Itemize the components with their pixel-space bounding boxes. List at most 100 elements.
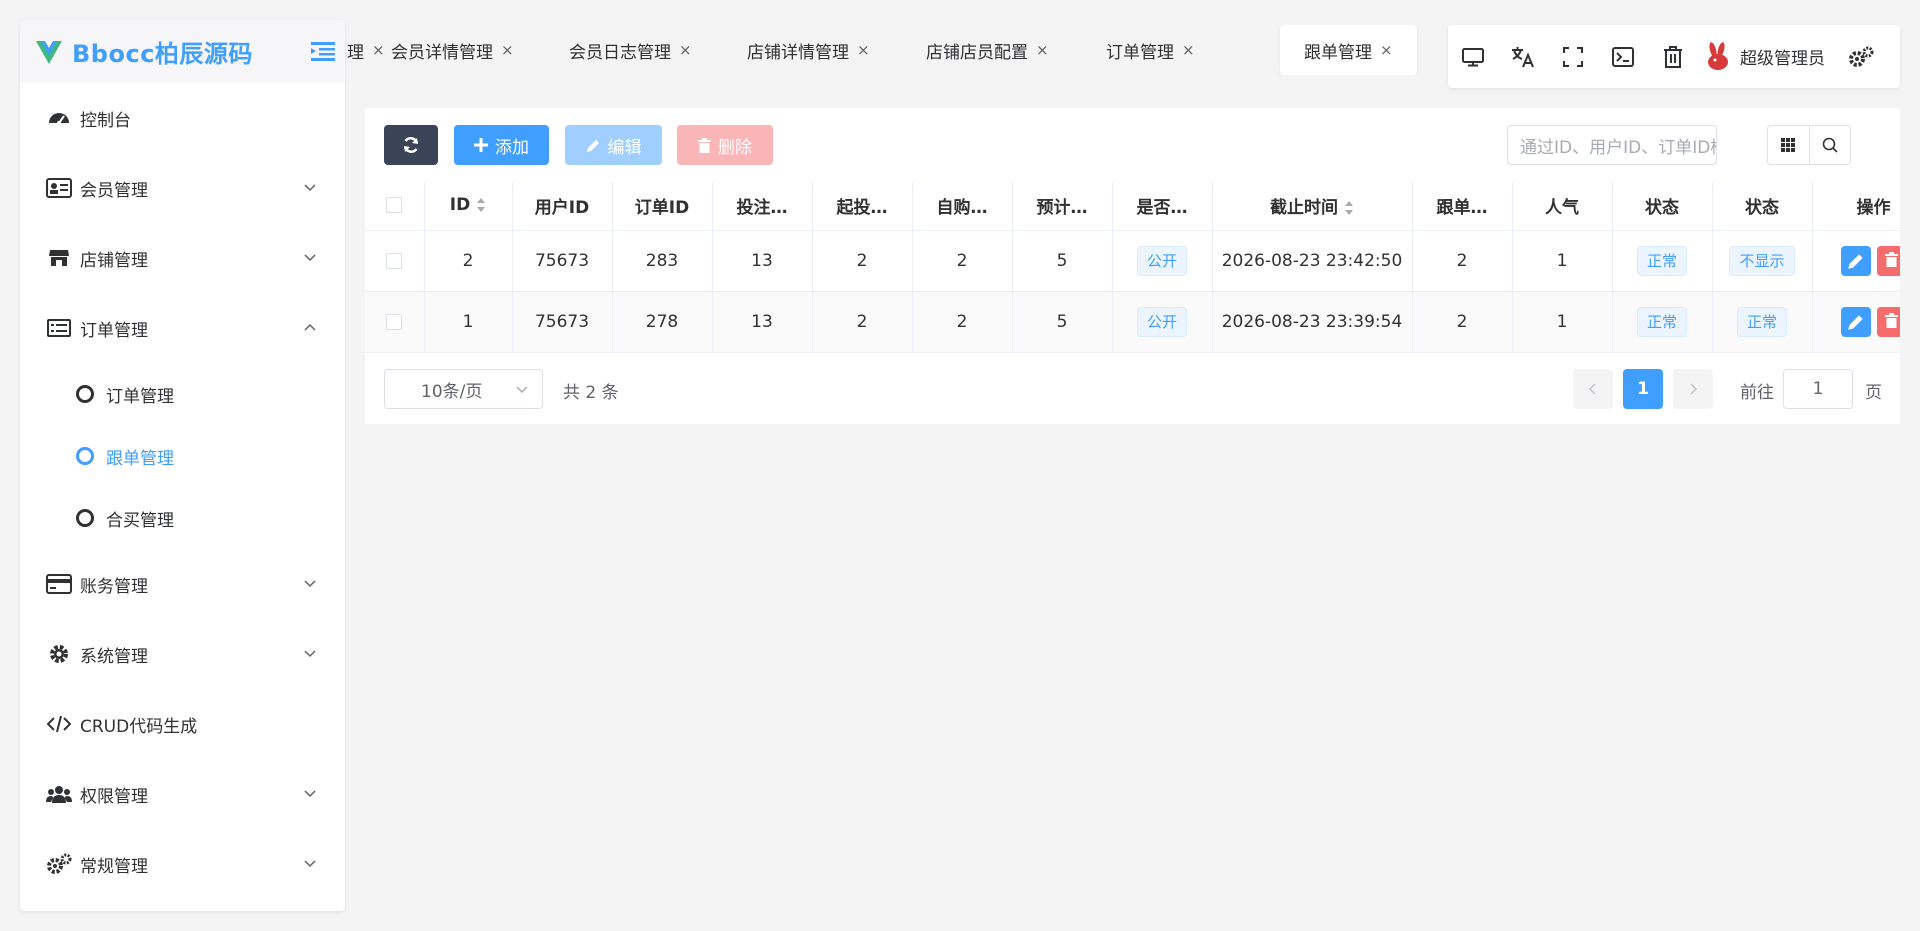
chevron-down-icon — [304, 254, 316, 262]
dashboard-icon — [46, 105, 72, 131]
column-header: 状态 — [1712, 181, 1813, 231]
tab-order-management[interactable]: 订单管理 × — [1082, 25, 1219, 75]
cell-user-id: 75673 — [512, 230, 613, 292]
cell-popularity: 1 — [1512, 230, 1613, 292]
tab-member-detail[interactable]: 会员详情管理 × — [367, 25, 538, 75]
settings-button[interactable] — [1841, 25, 1881, 88]
tab-shop-staff[interactable]: 店铺店员配置 × — [902, 25, 1073, 75]
circle-icon — [76, 447, 94, 465]
avatar — [1708, 41, 1728, 70]
cell-follow: 2 — [1412, 230, 1513, 292]
monitor-button[interactable] — [1448, 25, 1498, 88]
trash-icon — [1884, 312, 1898, 328]
tab-member-log[interactable]: 会员日志管理 × — [545, 25, 716, 75]
menu-collapse-icon[interactable] — [311, 40, 335, 62]
close-icon[interactable]: × — [857, 41, 870, 59]
sidebar-item-label: 常规管理 — [80, 856, 148, 877]
cell-self: 2 — [912, 291, 1013, 353]
advanced-search-button[interactable] — [1810, 126, 1851, 164]
circle-icon — [76, 509, 94, 527]
column-header[interactable]: 截止时间 — [1212, 181, 1413, 231]
sidebar-item-shops[interactable]: 店铺管理 — [20, 223, 345, 293]
sidebar-item-members[interactable]: 会员管理 — [20, 153, 345, 223]
chevron-left-icon — [1588, 383, 1596, 395]
refresh-button[interactable] — [384, 125, 438, 165]
cell-deadline: 2026-08-23 23:42:50 — [1212, 230, 1413, 292]
sidebar-item-orders[interactable]: 订单管理 — [20, 293, 345, 363]
sidebar-subitem-label: 合买管理 — [106, 510, 174, 531]
pencil-icon — [1847, 314, 1863, 330]
goto-label: 前往 — [1740, 383, 1774, 403]
goto-page-input[interactable]: 1 — [1783, 369, 1853, 409]
status-badge: 正常 — [1636, 245, 1687, 276]
clear-cache-button[interactable] — [1648, 25, 1698, 88]
sidebar-item-label: 账务管理 — [80, 576, 148, 597]
column-header[interactable]: ID — [424, 181, 513, 231]
translate-button[interactable] — [1498, 25, 1548, 88]
row-checkbox[interactable] — [386, 313, 403, 330]
chevron-down-icon — [304, 580, 316, 588]
close-icon[interactable]: × — [1182, 41, 1195, 59]
sidebar-item-label: 控制台 — [80, 110, 131, 131]
row-edit-button[interactable] — [1840, 245, 1871, 276]
add-button[interactable]: 添加 — [454, 125, 549, 165]
page-number[interactable]: 1 — [1623, 369, 1663, 409]
sidebar-item-permissions[interactable]: 权限管理 — [20, 759, 345, 829]
sidebar-item-dashboard[interactable]: 控制台 — [20, 83, 345, 153]
select-all-checkbox[interactable] — [386, 197, 403, 214]
close-icon[interactable]: × — [679, 41, 692, 59]
row-delete-button[interactable] — [1876, 245, 1900, 276]
sort-icon — [1345, 200, 1353, 215]
sidebar-subitem-order-management[interactable]: 订单管理 — [20, 363, 345, 425]
cell-follow: 2 — [1412, 291, 1513, 353]
cell-start: 2 — [812, 291, 913, 353]
sort-icon — [477, 198, 486, 213]
sidebar-item-finance[interactable]: 账务管理 — [20, 549, 345, 619]
sidebar-item-crud[interactable]: CRUD代码生成 — [20, 689, 345, 759]
fullscreen-button[interactable] — [1548, 25, 1598, 88]
tab-shop-detail[interactable]: 店铺详情管理 × — [723, 25, 894, 75]
table-tools — [1767, 125, 1851, 165]
delete-button[interactable]: 删除 — [677, 125, 773, 165]
fullscreen-icon — [1563, 46, 1583, 67]
sidebar-menu: 控制台 会员管理 店铺管理 订单管理 订单管理 跟单管理 合买管理 账务管理 系… — [20, 83, 345, 899]
gear-icon — [46, 641, 72, 667]
edit-button[interactable]: 编辑 — [565, 125, 662, 165]
cell-expect: 5 — [1012, 230, 1113, 292]
column-header: 预计… — [1012, 181, 1113, 231]
list-icon — [46, 315, 72, 341]
search-input[interactable]: 通过ID、用户ID、订单ID模糊搜索 — [1507, 125, 1717, 165]
close-icon[interactable]: × — [1380, 41, 1393, 59]
row-checkbox[interactable] — [386, 252, 403, 269]
next-page-button[interactable] — [1673, 369, 1713, 409]
chevron-down-icon — [304, 790, 316, 798]
display-status-badge: 正常 — [1736, 306, 1787, 337]
tab-follow-management[interactable]: 跟单管理 × — [1280, 25, 1417, 75]
page-size-select[interactable]: 10条/页 — [384, 369, 543, 409]
tab-bar: 理 × 会员详情管理 × 会员日志管理 × 店铺详情管理 × 店铺店员配置 × 订单管理 ×… — [345, 25, 1425, 75]
close-icon[interactable]: × — [501, 41, 514, 59]
table-row[interactable]: 2 75673 283 13 2 2 5 公开 2026-08-23 23:42… — [365, 230, 1900, 292]
sidebar-item-system[interactable]: 系统管理 — [20, 619, 345, 689]
table-row[interactable]: 1 75673 278 13 2 2 5 公开 2026-08-23 23:39… — [365, 291, 1900, 353]
sidebar-subitem-group-buy-management[interactable]: 合买管理 — [20, 487, 345, 549]
tab-label: 理 — [347, 42, 364, 63]
id-card-icon — [46, 175, 72, 201]
monitor-icon — [1462, 47, 1484, 66]
row-edit-button[interactable] — [1840, 306, 1871, 337]
row-delete-button[interactable] — [1876, 306, 1900, 337]
cell-expect: 5 — [1012, 291, 1113, 353]
sidebar-subitem-follow-management[interactable]: 跟单管理 — [20, 425, 345, 487]
gears-icon — [46, 851, 72, 877]
close-icon[interactable]: × — [1036, 41, 1049, 59]
admin-user-menu[interactable]: 超级管理员 — [1704, 41, 1825, 72]
prev-page-button[interactable] — [1573, 369, 1613, 409]
chevron-down-icon — [304, 860, 316, 868]
column-toggle-button[interactable] — [1768, 126, 1810, 164]
edit-button-label: 编辑 — [607, 137, 642, 158]
sidebar-item-general[interactable]: 常规管理 — [20, 829, 345, 899]
terminal-button[interactable] — [1598, 25, 1648, 88]
store-icon — [46, 245, 72, 271]
tab-label: 订单管理 — [1106, 42, 1174, 63]
translate-icon — [1512, 46, 1534, 67]
